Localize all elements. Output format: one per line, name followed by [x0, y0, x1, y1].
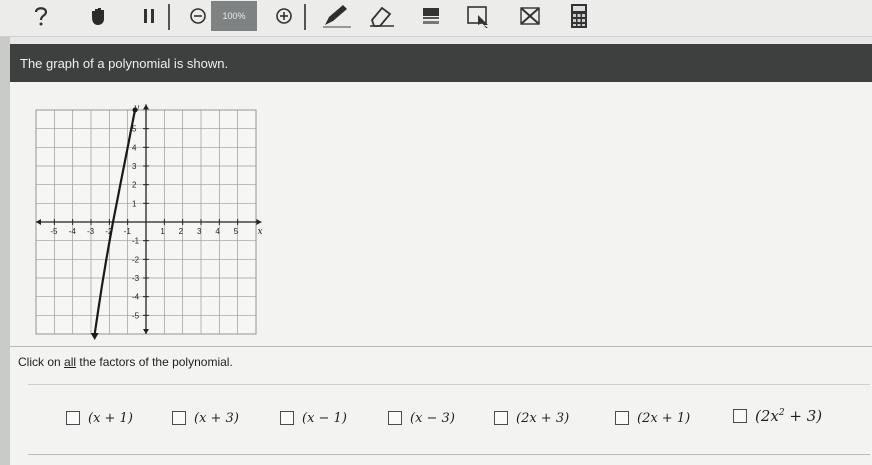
- pause-icon[interactable]: [140, 2, 158, 30]
- x-tick-label: 2: [179, 227, 184, 236]
- option-label: (x − 3): [410, 410, 455, 426]
- y-tick-label: -1: [132, 237, 140, 246]
- option-x-plus-1[interactable]: (x + 1): [66, 406, 133, 430]
- calculator-icon[interactable]: [568, 2, 590, 30]
- toolbar-separator: [304, 4, 306, 30]
- pen-icon[interactable]: [320, 2, 354, 30]
- option-2x-plus-3[interactable]: (2x + 3): [494, 406, 569, 430]
- toolbar: 100%: [0, 0, 872, 37]
- zoom-level: 100%: [211, 1, 257, 31]
- question-header: The graph of a polynomial is shown.: [10, 44, 872, 82]
- option-label: (2x2 + 3): [755, 407, 822, 425]
- divider: [10, 346, 872, 347]
- eraser-icon[interactable]: [367, 2, 397, 30]
- option-label-rest: + 3): [784, 407, 823, 425]
- y-tick-label: 3: [132, 162, 137, 171]
- x-tick-label: -3: [87, 227, 95, 236]
- option-label: (x + 1): [88, 410, 133, 426]
- option-label: (x − 1): [302, 410, 347, 426]
- y-tick-label: 4: [132, 143, 137, 152]
- x-tick-label: -4: [69, 227, 77, 236]
- y-tick-label: 2: [132, 181, 137, 190]
- x-tick-label: -1: [124, 227, 132, 236]
- hand-icon[interactable]: [86, 2, 110, 30]
- option-label: (x + 3): [194, 410, 239, 426]
- option-label-base: (2x: [755, 407, 779, 425]
- y-tick-label: -3: [132, 274, 140, 283]
- checkbox[interactable]: [388, 411, 402, 425]
- option-2x-squared-plus-3[interactable]: (2x2 + 3): [733, 404, 822, 428]
- eliminator-icon[interactable]: [517, 2, 543, 30]
- option-x-plus-3[interactable]: (x + 3): [172, 406, 239, 430]
- checkbox[interactable]: [66, 411, 80, 425]
- x-tick-label: 3: [197, 227, 202, 236]
- x-tick-label: 1: [160, 227, 165, 236]
- option-2x-plus-1[interactable]: (2x + 1): [615, 406, 690, 430]
- highlighter-icon[interactable]: [420, 2, 442, 30]
- x-axis-label: x: [258, 227, 263, 237]
- checkbox[interactable]: [494, 411, 508, 425]
- prompt-emphasis: all: [64, 355, 77, 369]
- bottom-divider: [28, 454, 870, 455]
- checkbox[interactable]: [280, 411, 294, 425]
- y-tick-label: -5: [132, 311, 140, 320]
- x-tick-label: 5: [234, 227, 239, 236]
- y-tick-label: 1: [132, 199, 137, 208]
- prompt-before: Click on: [18, 355, 65, 369]
- y-axis-arrow-up: [143, 104, 149, 110]
- option-label: (2x + 3): [516, 410, 570, 426]
- y-tick-label: -4: [132, 293, 140, 302]
- x-axis-arrow-right: [256, 219, 262, 225]
- option-x-minus-3[interactable]: (x − 3): [388, 406, 455, 430]
- zoom-out-icon[interactable]: [187, 2, 209, 30]
- instruction-text: Click on all the factors of the polynomi…: [18, 355, 233, 369]
- x-tick-label: 4: [215, 227, 220, 236]
- left-edge: [0, 0, 10, 465]
- y-tick-label: -2: [132, 255, 140, 264]
- option-label: (2x + 1): [637, 410, 691, 426]
- option-x-minus-1[interactable]: (x − 1): [280, 406, 347, 430]
- toolbar-separator: [168, 4, 170, 30]
- graph-svg: xy-5-4-3-2-112345-5-4-3-2-112345: [35, 103, 263, 340]
- line-reader-icon[interactable]: [463, 2, 493, 30]
- hint-icon[interactable]: [30, 2, 52, 30]
- checkbox[interactable]: [733, 409, 747, 423]
- curve-arrow-lower: [90, 333, 99, 340]
- checkbox[interactable]: [172, 411, 186, 425]
- question-text: The graph of a polynomial is shown.: [20, 55, 229, 71]
- prompt-after: the factors of the polynomial.: [76, 355, 233, 369]
- curve-end-upper: [132, 107, 138, 113]
- polynomial-graph: xy-5-4-3-2-112345-5-4-3-2-112345: [28, 94, 274, 344]
- zoom-in-icon[interactable]: [273, 2, 295, 30]
- checkbox[interactable]: [615, 411, 629, 425]
- x-tick-label: -5: [50, 227, 58, 236]
